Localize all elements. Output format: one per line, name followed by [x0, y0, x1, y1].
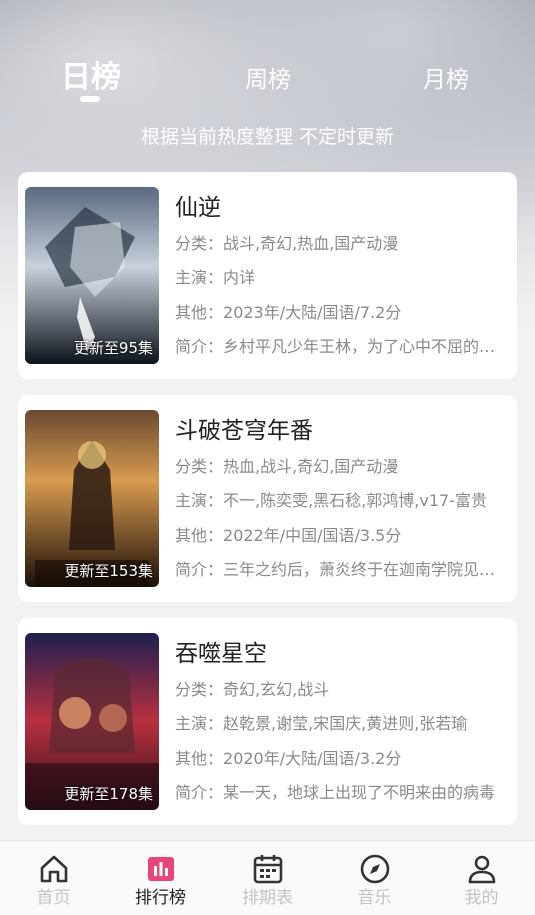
tab-weekly[interactable]: 周榜 [238, 60, 298, 94]
item-cast: 主演：赵乾景,谢莹,宋国庆,黄进则,张若瑜 [175, 710, 511, 734]
item-other: 其他：2023年/大陆/国语/7.2分 [175, 299, 511, 323]
other-value: 2022年/中国/国语/3.5分 [223, 526, 402, 545]
nav-label: 首页 [36, 888, 71, 908]
item-other: 其他：2022年/中国/国语/3.5分 [175, 522, 511, 546]
active-tab-indicator [80, 96, 100, 102]
nav-ranking[interactable]: 排行榜 [107, 841, 214, 915]
item-title[interactable]: 仙逆 [175, 188, 221, 222]
episode-badge: 更新至95集 [73, 339, 153, 357]
category-value: 热血,战斗,奇幻,国产动漫 [223, 457, 399, 476]
cast-label: 主演： [175, 268, 224, 287]
bottom-navigation: 首页 排行榜 排期表 音乐 我的 [0, 840, 535, 915]
item-category: 分类：战斗,奇幻,热血,国产动漫 [175, 230, 511, 254]
item-title[interactable]: 吞噬星空 [175, 634, 267, 668]
cast-label: 主演： [175, 491, 224, 510]
category-label: 分类： [175, 457, 224, 476]
nav-profile[interactable]: 我的 [428, 841, 535, 915]
item-cast: 主演：内详 [175, 264, 511, 288]
summary-value: 某一天，地球上出现了不明来由的病毒 [223, 783, 496, 802]
item-title[interactable]: 斗破苍穹年番 [175, 411, 313, 445]
cast-value: 不一,陈奕雯,黑石稔,郭鸿博,v17-富贵 [223, 491, 487, 510]
list-item[interactable]: 更新至95集 仙逆 分类：战斗,奇幻,热血,国产动漫 主演：内详 其他：2023… [18, 172, 517, 379]
other-label: 其他： [175, 303, 224, 322]
poster-image[interactable]: 更新至178集 [25, 633, 159, 810]
ranking-subtitle: 根据当前热度整理 不定时更新 [140, 126, 395, 148]
ranking-icon [148, 857, 174, 881]
cast-value: 内详 [223, 268, 256, 287]
other-value: 2020年/大陆/国语/3.2分 [223, 749, 402, 768]
item-summary: 简介：某一天，地球上出现了不明来由的病毒 [175, 779, 511, 803]
summary-label: 简介： [175, 560, 224, 579]
item-summary: 简介：乡村平凡少年王林，为了心中不屈的执念 [175, 333, 511, 357]
category-value: 战斗,奇幻,热血,国产动漫 [223, 234, 399, 253]
tab-daily[interactable]: 日榜 [60, 52, 122, 96]
nav-label: 我的 [464, 888, 499, 908]
item-cast: 主演：不一,陈奕雯,黑石稔,郭鸿博,v17-富贵 [175, 487, 511, 511]
nav-label: 音乐 [357, 888, 392, 908]
episode-badge: 更新至153集 [64, 562, 153, 580]
nav-label: 排期表 [242, 888, 293, 908]
other-label: 其他： [175, 749, 224, 768]
nav-schedule[interactable]: 排期表 [214, 841, 321, 915]
category-value: 奇幻,玄幻,战斗 [223, 680, 330, 699]
category-label: 分类： [175, 234, 224, 253]
ranking-tabs: 日榜 周榜 月榜 [0, 52, 535, 112]
user-icon [468, 855, 496, 884]
summary-value: 三年之约后，萧炎终于在迦南学院见到了 [223, 560, 511, 579]
cast-label: 主演： [175, 714, 224, 733]
tab-monthly[interactable]: 月榜 [416, 60, 476, 94]
summary-value: 乡村平凡少年王林，为了心中不屈的执念 [223, 337, 511, 356]
item-category: 分类：奇幻,玄幻,战斗 [175, 676, 511, 700]
summary-label: 简介： [175, 337, 224, 356]
home-icon [40, 855, 68, 883]
item-summary: 简介：三年之约后，萧炎终于在迦南学院见到了 [175, 556, 511, 580]
category-label: 分类： [175, 680, 224, 699]
cast-value: 赵乾景,谢莹,宋国庆,黄进则,张若瑜 [223, 714, 468, 733]
nav-home[interactable]: 首页 [0, 841, 107, 915]
nav-music[interactable]: 音乐 [321, 841, 428, 915]
other-label: 其他： [175, 526, 224, 545]
poster-image[interactable]: 更新至95集 [25, 187, 159, 364]
summary-label: 简介： [175, 783, 224, 802]
compass-icon [360, 854, 390, 884]
poster-image[interactable]: 更新至153集 [25, 410, 159, 587]
other-value: 2023年/大陆/国语/7.2分 [223, 303, 402, 322]
episode-badge: 更新至178集 [64, 785, 153, 803]
item-category: 分类：热血,战斗,奇幻,国产动漫 [175, 453, 511, 477]
list-item[interactable]: 更新至178集 吞噬星空 分类：奇幻,玄幻,战斗 主演：赵乾景,谢莹,宋国庆,黄… [18, 618, 517, 825]
list-item[interactable]: 更新至153集 斗破苍穹年番 分类：热血,战斗,奇幻,国产动漫 主演：不一,陈奕… [18, 395, 517, 602]
nav-label: 排行榜 [135, 888, 186, 908]
item-other: 其他：2020年/大陆/国语/3.2分 [175, 745, 511, 769]
calendar-icon [253, 855, 283, 884]
